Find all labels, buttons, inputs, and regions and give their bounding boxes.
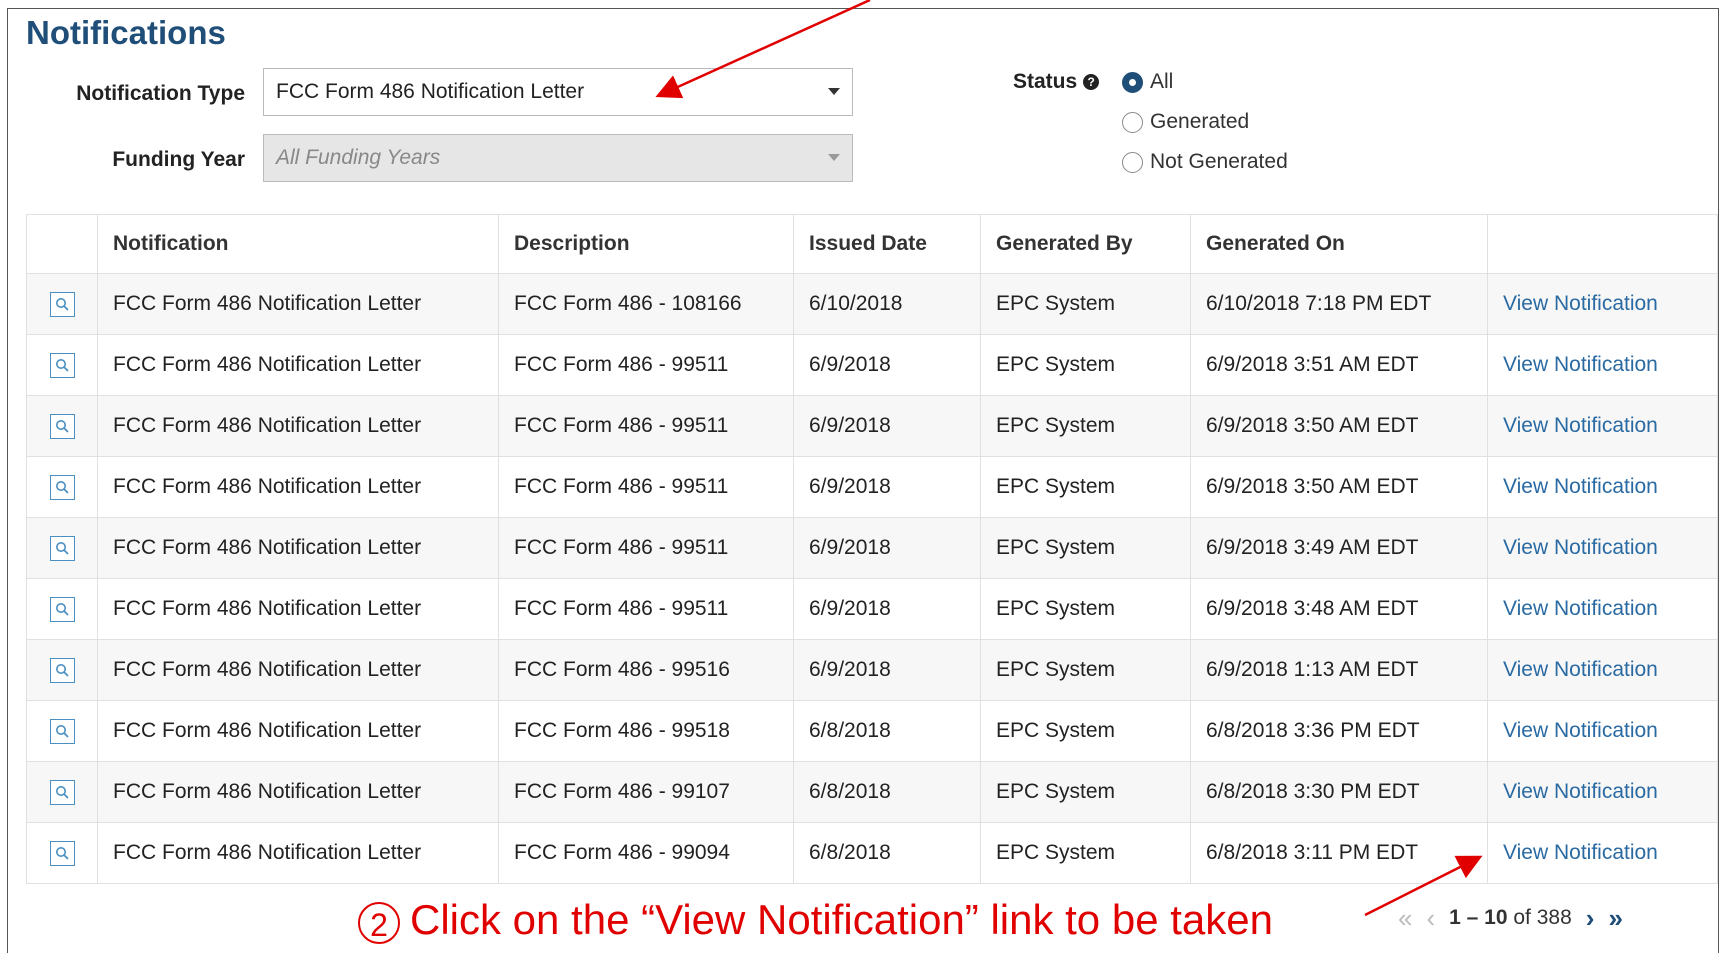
arrow-to-notification-type (655, 0, 871, 99)
arrow-to-view-notification (1364, 855, 1483, 917)
annotation-arrows (655, 0, 1483, 917)
